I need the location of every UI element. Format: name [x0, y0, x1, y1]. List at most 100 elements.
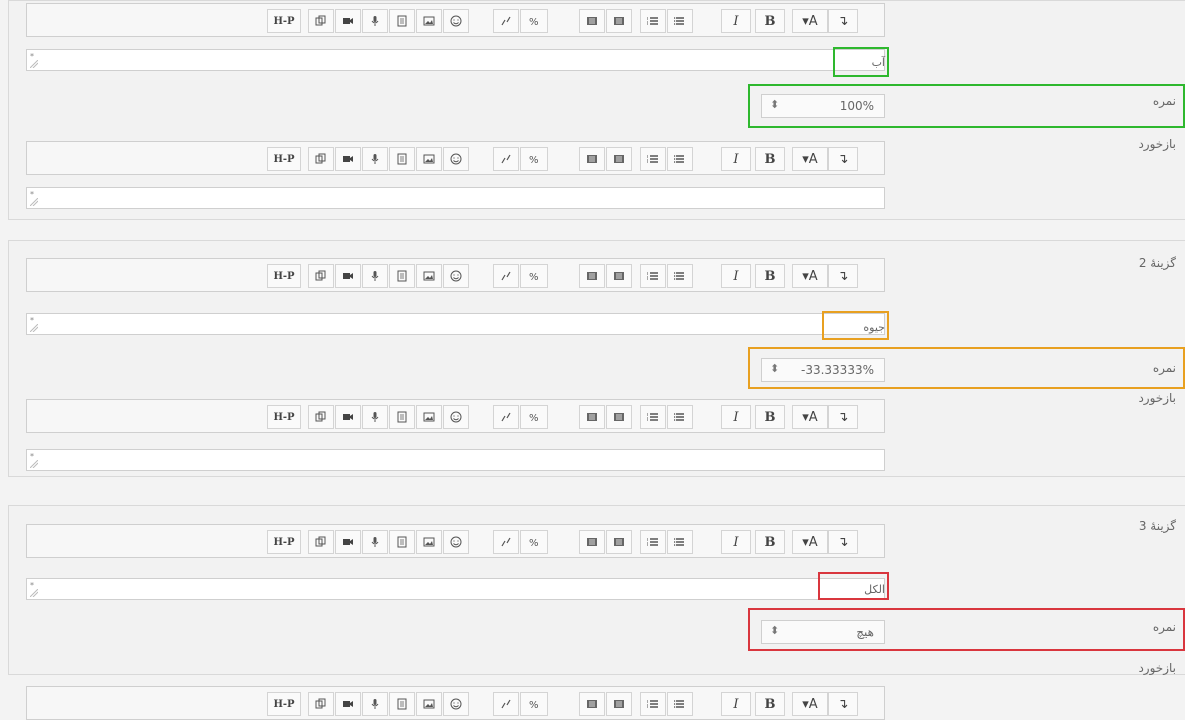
image-icon[interactable]: [416, 147, 442, 171]
record-video-icon[interactable]: [335, 530, 361, 554]
ordered-list-icon[interactable]: [640, 147, 666, 171]
ordered-list-icon[interactable]: [640, 692, 666, 716]
record-audio-icon[interactable]: [362, 9, 388, 33]
unlink-icon[interactable]: [493, 405, 519, 429]
link-icon[interactable]: %: [520, 147, 548, 171]
image-icon[interactable]: [416, 405, 442, 429]
manage-files-icon[interactable]: [308, 264, 334, 288]
indent-icon[interactable]: [606, 692, 632, 716]
record-video-icon[interactable]: [335, 692, 361, 716]
unordered-list-icon[interactable]: [667, 264, 693, 288]
feedback-textarea-1[interactable]: *: [26, 187, 885, 209]
unlink-icon[interactable]: [493, 264, 519, 288]
ordered-list-icon[interactable]: [640, 405, 666, 429]
ordered-list-icon[interactable]: [640, 530, 666, 554]
media-icon[interactable]: [389, 264, 415, 288]
unordered-list-icon[interactable]: [667, 405, 693, 429]
outdent-icon[interactable]: [579, 9, 605, 33]
unlink-icon[interactable]: [493, 9, 519, 33]
resize-handle-icon[interactable]: [30, 589, 38, 597]
outdent-icon[interactable]: [579, 405, 605, 429]
h5p-icon[interactable]: H-P: [267, 147, 301, 171]
undo-icon[interactable]: ↴: [828, 692, 858, 716]
record-video-icon[interactable]: [335, 9, 361, 33]
unordered-list-icon[interactable]: [667, 692, 693, 716]
image-icon[interactable]: [416, 264, 442, 288]
grade-select[interactable]: ⬍ هیچ: [761, 620, 885, 644]
record-video-icon[interactable]: [335, 147, 361, 171]
undo-icon[interactable]: ↴: [828, 264, 858, 288]
font-color-icon[interactable]: ▾A: [792, 530, 828, 554]
unlink-icon[interactable]: [493, 147, 519, 171]
font-color-icon[interactable]: ▾A: [792, 405, 828, 429]
answer-textarea-3[interactable]: *: [26, 578, 885, 600]
media-icon[interactable]: [389, 405, 415, 429]
record-audio-icon[interactable]: [362, 405, 388, 429]
media-icon[interactable]: [389, 9, 415, 33]
emoticon-icon[interactable]: [443, 692, 469, 716]
italic-icon[interactable]: I: [721, 530, 751, 554]
italic-icon[interactable]: I: [721, 9, 751, 33]
manage-files-icon[interactable]: [308, 405, 334, 429]
italic-icon[interactable]: I: [721, 147, 751, 171]
h5p-icon[interactable]: H-P: [267, 530, 301, 554]
ordered-list-icon[interactable]: [640, 9, 666, 33]
manage-files-icon[interactable]: [308, 9, 334, 33]
link-icon[interactable]: %: [520, 405, 548, 429]
font-color-icon[interactable]: ▾A: [792, 9, 828, 33]
resize-handle-icon[interactable]: [30, 198, 38, 206]
record-audio-icon[interactable]: [362, 530, 388, 554]
indent-icon[interactable]: [606, 147, 632, 171]
resize-handle-icon[interactable]: [30, 460, 38, 468]
unordered-list-icon[interactable]: [667, 9, 693, 33]
unlink-icon[interactable]: [493, 692, 519, 716]
image-icon[interactable]: [416, 9, 442, 33]
italic-icon[interactable]: I: [721, 692, 751, 716]
link-icon[interactable]: %: [520, 264, 548, 288]
image-icon[interactable]: [416, 530, 442, 554]
ordered-list-icon[interactable]: [640, 264, 666, 288]
font-color-icon[interactable]: ▾A: [792, 692, 828, 716]
media-icon[interactable]: [389, 530, 415, 554]
grade-select[interactable]: ⬍ -33.33333%: [761, 358, 885, 382]
grade-select[interactable]: ⬍ 100%: [761, 94, 885, 118]
indent-icon[interactable]: [606, 264, 632, 288]
indent-icon[interactable]: [606, 9, 632, 33]
manage-files-icon[interactable]: [308, 530, 334, 554]
undo-icon[interactable]: ↴: [828, 530, 858, 554]
italic-icon[interactable]: I: [721, 264, 751, 288]
italic-icon[interactable]: I: [721, 405, 751, 429]
outdent-icon[interactable]: [579, 147, 605, 171]
bold-icon[interactable]: B: [755, 405, 785, 429]
link-icon[interactable]: %: [520, 692, 548, 716]
unordered-list-icon[interactable]: [667, 530, 693, 554]
emoticon-icon[interactable]: [443, 405, 469, 429]
link-icon[interactable]: %: [520, 9, 548, 33]
indent-icon[interactable]: [606, 405, 632, 429]
bold-icon[interactable]: B: [755, 692, 785, 716]
manage-files-icon[interactable]: [308, 147, 334, 171]
outdent-icon[interactable]: [579, 530, 605, 554]
manage-files-icon[interactable]: [308, 692, 334, 716]
bold-icon[interactable]: B: [755, 147, 785, 171]
h5p-icon[interactable]: H-P: [267, 9, 301, 33]
font-color-icon[interactable]: ▾A: [792, 147, 828, 171]
image-icon[interactable]: [416, 692, 442, 716]
emoticon-icon[interactable]: [443, 264, 469, 288]
font-color-icon[interactable]: ▾A: [792, 264, 828, 288]
bold-icon[interactable]: B: [755, 264, 785, 288]
record-audio-icon[interactable]: [362, 147, 388, 171]
resize-handle-icon[interactable]: [30, 60, 38, 68]
answer-textarea-2[interactable]: *: [26, 313, 885, 335]
unlink-icon[interactable]: [493, 530, 519, 554]
answer-textarea-1[interactable]: *: [26, 49, 885, 71]
media-icon[interactable]: [389, 147, 415, 171]
record-audio-icon[interactable]: [362, 692, 388, 716]
emoticon-icon[interactable]: [443, 530, 469, 554]
emoticon-icon[interactable]: [443, 147, 469, 171]
h5p-icon[interactable]: H-P: [267, 405, 301, 429]
undo-icon[interactable]: ↴: [828, 147, 858, 171]
link-icon[interactable]: %: [520, 530, 548, 554]
emoticon-icon[interactable]: [443, 9, 469, 33]
record-audio-icon[interactable]: [362, 264, 388, 288]
